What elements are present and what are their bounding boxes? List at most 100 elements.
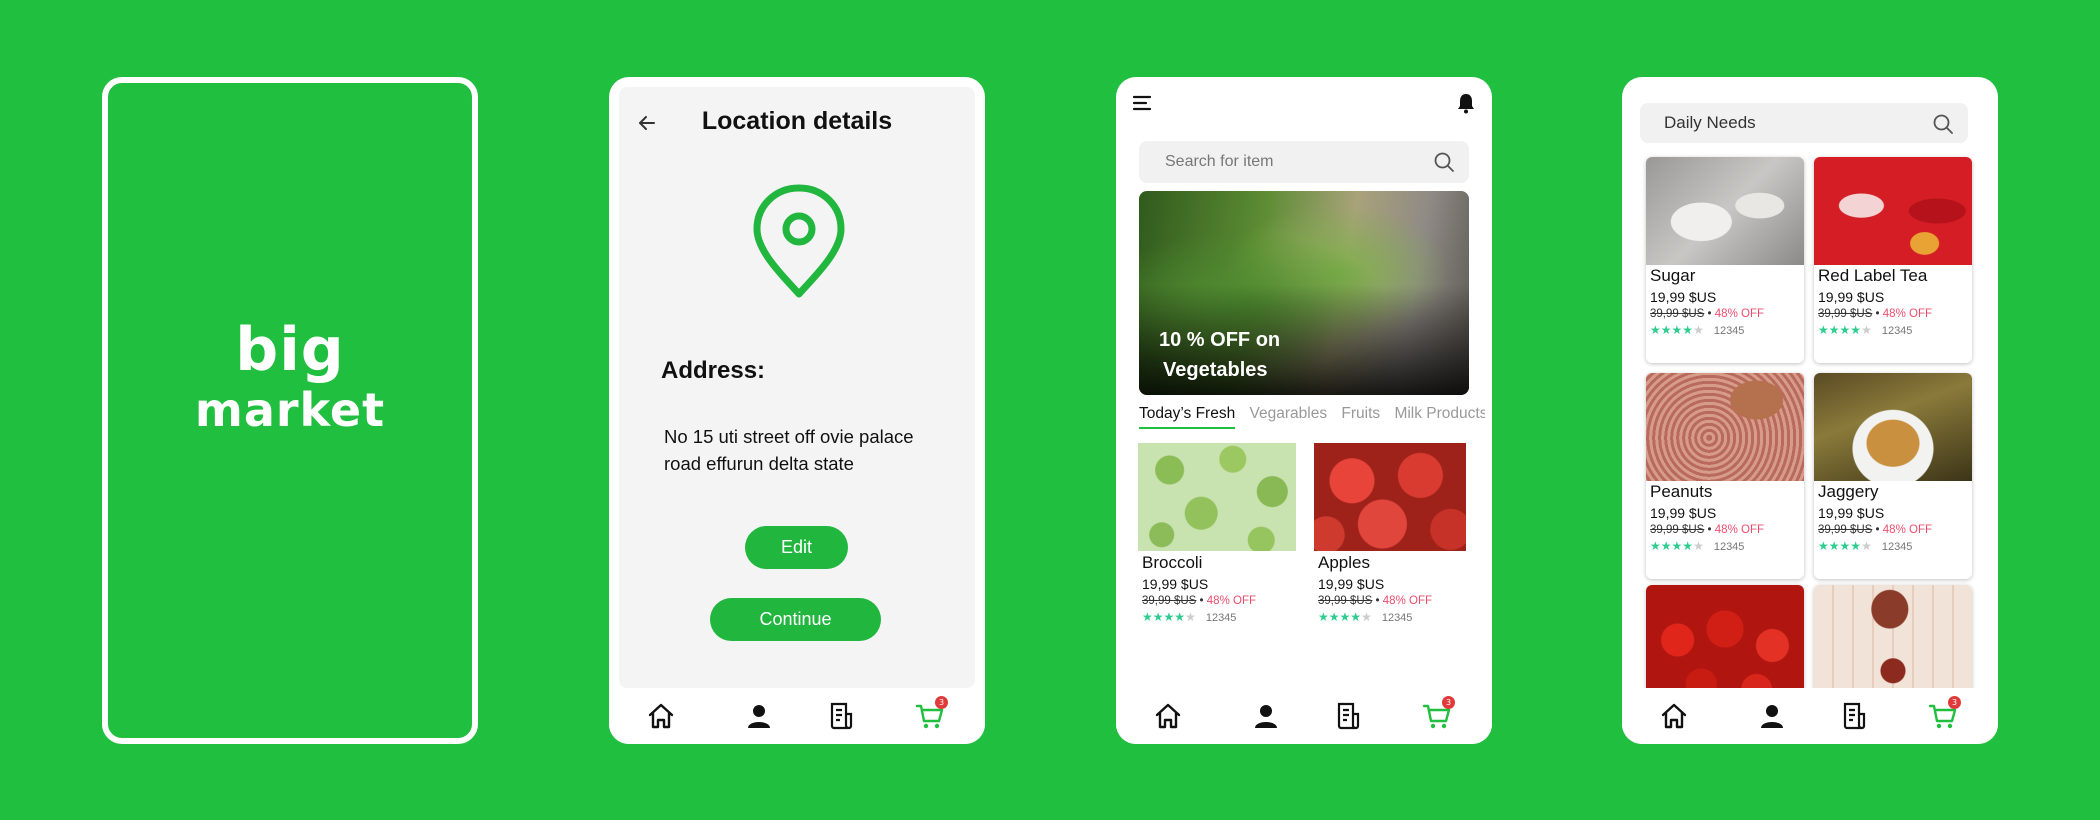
rating-row: ★★★★★ 12345	[1138, 610, 1296, 624]
product-name: Peanuts	[1650, 482, 1713, 501]
product-card[interactable]: Red Label Tea 19,99 $US 39,99 $US • 48% …	[1814, 157, 1972, 363]
product-card[interactable]	[1814, 585, 1972, 695]
rating-row: ★★★★★ 12345	[1814, 323, 1972, 337]
star-icon: ★	[1350, 610, 1362, 624]
discount-text: 48% OFF	[1382, 595, 1432, 607]
old-price: 39,99 $US	[1818, 524, 1873, 536]
star-icon: ★	[1850, 323, 1862, 337]
star-icon: ★	[1163, 610, 1175, 624]
star-empty-icon: ★	[1693, 323, 1704, 337]
cart-icon[interactable]: 3	[1421, 696, 1455, 732]
profile-icon[interactable]	[1250, 700, 1282, 732]
category-tabs: Today’s Fresh Vegarables Fruits Milk Pro…	[1139, 405, 1485, 431]
address-text: No 15 uti street off ovie palace road ef…	[664, 426, 914, 474]
orders-icon[interactable]	[1332, 700, 1364, 732]
product-name: Red Label Tea	[1818, 266, 1928, 285]
star-icon: ★	[1818, 323, 1829, 337]
cart-icon[interactable]: 3	[914, 696, 948, 732]
star-icon: ★	[1828, 323, 1840, 337]
hamburger-menu-icon[interactable]	[1132, 93, 1152, 113]
product-price: 19,99 $US	[1650, 289, 1717, 305]
page-title: Location details	[701, 107, 893, 135]
search-icon[interactable]	[1932, 113, 1954, 135]
discount-text: 48% OFF	[1882, 524, 1932, 536]
apples-image	[1314, 443, 1466, 551]
product-card[interactable]: Peanuts 19,99 $US 39,99 $US • 48% OFF ★★…	[1646, 373, 1804, 579]
orders-icon[interactable]	[825, 700, 857, 732]
home-icon[interactable]	[645, 700, 677, 732]
continue-button[interactable]: Continue	[710, 598, 881, 641]
tab-vegetables[interactable]: Vegarables	[1250, 405, 1328, 427]
star-icon: ★	[1650, 323, 1661, 337]
discount-row: 39,99 $US • 48% OFF	[1650, 524, 1764, 536]
banner-line1: 10 % OFF on	[1159, 329, 1281, 351]
star-icon: ★	[1650, 539, 1661, 553]
product-card[interactable]	[1646, 585, 1804, 695]
product-price: 19,99 $US	[1818, 289, 1885, 305]
review-count: 12345	[1381, 612, 1413, 624]
old-price: 39,99 $US	[1650, 308, 1705, 320]
cart-count-badge: 3	[935, 696, 948, 709]
rating-row: ★★★★★ 12345	[1814, 539, 1972, 553]
cart-icon[interactable]: 3	[1927, 696, 1961, 732]
star-icon: ★	[1152, 610, 1164, 624]
search-input[interactable]: Search for item	[1139, 141, 1469, 183]
product-card[interactable]: Sugar 19,99 $US 39,99 $US • 48% OFF ★★★★…	[1646, 157, 1804, 363]
star-empty-icon: ★	[1861, 539, 1872, 553]
home-icon[interactable]	[1658, 700, 1690, 732]
sugar-image	[1646, 157, 1804, 265]
review-count: 12345	[1881, 325, 1913, 337]
tab-fruits[interactable]: Fruits	[1341, 405, 1380, 427]
tab-todays-fresh[interactable]: Today’s Fresh	[1139, 405, 1236, 429]
rating-row: ★★★★★ 12345	[1646, 323, 1804, 337]
star-icon: ★	[1339, 610, 1351, 624]
product-card[interactable]: Broccoli 19,99 $US 39,99 $US • 48% OFF ★…	[1138, 443, 1296, 624]
tab-milk-products[interactable]: Milk Products	[1394, 405, 1485, 427]
star-icon: ★	[1328, 610, 1340, 624]
star-icon: ★	[1839, 539, 1851, 553]
star-icon: ★	[1660, 323, 1672, 337]
star-empty-icon: ★	[1185, 610, 1196, 624]
star-icon: ★	[1818, 539, 1829, 553]
bottom-nav: 3	[609, 688, 985, 744]
search-input[interactable]: Daily Needs	[1640, 103, 1968, 143]
promo-banner[interactable]: 10 % OFF on Vegetables	[1139, 191, 1469, 395]
old-price: 39,99 $US	[1318, 595, 1373, 607]
old-price: 39,99 $US	[1650, 524, 1705, 536]
edit-button[interactable]: Edit	[745, 526, 848, 569]
address-label: Address:	[661, 357, 766, 384]
product-card[interactable]: Apples 19,99 $US 39,99 $US • 48% OFF ★★★…	[1314, 443, 1466, 624]
star-icon: ★	[1660, 539, 1672, 553]
home-icon[interactable]	[1152, 700, 1184, 732]
star-icon: ★	[1682, 323, 1694, 337]
cart-count-badge: 3	[1442, 696, 1455, 709]
profile-icon[interactable]	[743, 700, 775, 732]
bell-icon[interactable]	[1454, 91, 1478, 115]
old-price: 39,99 $US	[1142, 595, 1197, 607]
product-price: 19,99 $US	[1142, 576, 1209, 592]
product-card[interactable]: Jaggery 19,99 $US 39,99 $US • 48% OFF ★ ★…	[1814, 373, 1972, 579]
star-icon: ★	[1682, 539, 1694, 553]
location-panel: Location details Address: No 15 uti stre…	[619, 87, 975, 688]
product-name: Jaggery	[1818, 482, 1879, 501]
discount-row: 39,99 $US • 48% OFF	[1818, 524, 1932, 536]
product-price: 19,99 $US	[1818, 505, 1885, 521]
broccoli-image	[1138, 443, 1296, 551]
review-count: 12345	[1713, 541, 1745, 553]
star-empty-icon: ★	[1693, 539, 1704, 553]
star-icon: ★	[1671, 323, 1683, 337]
star-icon: ★	[1142, 610, 1153, 624]
profile-icon[interactable]	[1756, 700, 1788, 732]
product-name: Apples	[1318, 553, 1370, 572]
review-count: 12345	[1881, 541, 1913, 553]
discount-text: 48% OFF	[1714, 524, 1764, 536]
product-package-image	[1814, 585, 1972, 695]
star-icon: ★	[1839, 323, 1851, 337]
banner-line2: Vegetables	[1163, 359, 1268, 381]
rating-row: ★★★★★ 12345	[1314, 610, 1466, 624]
discount-row: 39,99 $US • 48% OFF	[1650, 308, 1764, 320]
star-icon: ★	[1174, 610, 1186, 624]
orders-icon[interactable]	[1838, 700, 1870, 732]
discount-text: 48% OFF	[1882, 308, 1932, 320]
search-icon[interactable]	[1433, 151, 1455, 173]
